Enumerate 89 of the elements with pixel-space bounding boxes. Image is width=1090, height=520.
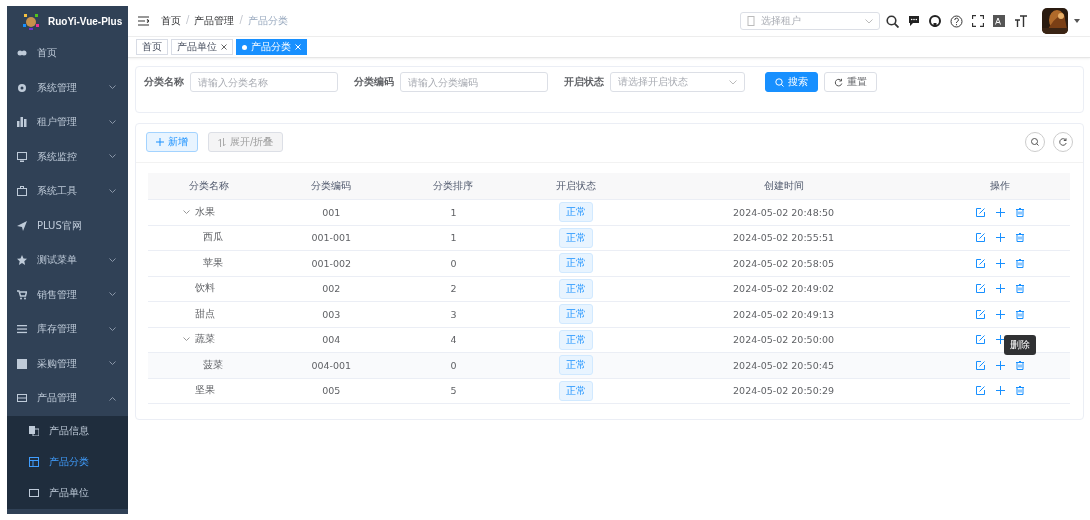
table-cell: 005 xyxy=(270,378,393,404)
table-cell: 0 xyxy=(392,352,515,378)
table-cell: 1 xyxy=(392,225,515,251)
table-cell: 001 xyxy=(270,199,393,225)
status-tag: 正常 xyxy=(558,202,593,223)
app-title: RuoYi-Vue-Plus xyxy=(48,15,123,27)
table-cell: 坚果 xyxy=(148,378,271,404)
table-cell: 西瓜 xyxy=(148,225,271,251)
status-tag: 正常 xyxy=(558,253,593,274)
table-cell: 水果 xyxy=(148,199,271,225)
submenu-item[interactable]: 产品单位 xyxy=(7,477,128,509)
menu-label: 系统监控 xyxy=(37,149,78,164)
table-cell: 003 xyxy=(270,301,393,327)
breadcrumb-item[interactable]: 产品管理 xyxy=(194,14,235,28)
table-cell: 2024-05-02 20:49:02 xyxy=(636,276,931,302)
table-cell: 2024-05-02 20:50:00 xyxy=(636,327,931,353)
table-cell: 2024-05-02 20:55:51 xyxy=(636,225,931,251)
menu-item[interactable]: 系统管理 xyxy=(7,70,128,105)
column-header: 操作 xyxy=(930,173,1070,200)
submenu-label: 产品单位 xyxy=(49,486,89,500)
input-field[interactable]: 请输入分类编码 xyxy=(400,72,548,92)
menu-item[interactable]: 销售管理 xyxy=(7,277,128,312)
menu-label: 租户管理 xyxy=(37,115,78,130)
column-header: 分类编码 xyxy=(270,173,393,200)
submenu-item[interactable]: 产品信息 xyxy=(7,415,128,447)
menu-label: 采购管理 xyxy=(37,356,78,371)
page-tab[interactable]: 首页 xyxy=(136,39,168,55)
table-cell: 0 xyxy=(392,250,515,276)
menu-item[interactable]: 采购管理 xyxy=(7,346,128,381)
table-cell: 004-001 xyxy=(270,352,393,378)
table-cell: 1 xyxy=(392,199,515,225)
table-cell: 饮料 xyxy=(148,276,271,302)
menu-label: 测试菜单 xyxy=(37,253,78,268)
menu-item[interactable]: 首页 xyxy=(7,36,128,71)
table-cell: 蔬菜 xyxy=(148,327,271,353)
field-label: 分类名称 xyxy=(144,75,184,89)
submenu-label: 产品信息 xyxy=(49,424,89,438)
menu-label: 系统管理 xyxy=(37,80,78,95)
status-tag: 正常 xyxy=(558,380,593,401)
table-cell: 002 xyxy=(270,276,393,302)
breadcrumb-separator: / xyxy=(239,14,243,27)
menu-item[interactable]: 库存管理 xyxy=(7,312,128,347)
column-header: 创建时间 xyxy=(636,173,931,200)
menu-label: 库存管理 xyxy=(37,322,78,337)
menu-label: 销售管理 xyxy=(37,287,78,302)
table-cell: 5 xyxy=(392,378,515,404)
page-tab[interactable]: 产品单位 xyxy=(171,39,233,55)
tooltip: 删除 xyxy=(1004,334,1037,355)
menu-item[interactable]: 系统工具 xyxy=(7,174,128,209)
breadcrumb-item: 产品分类 xyxy=(247,14,288,28)
field-label: 分类编码 xyxy=(354,75,394,89)
table-cell: 3 xyxy=(392,301,515,327)
status-tag: 正常 xyxy=(558,329,593,350)
menu-item[interactable]: 系统监控 xyxy=(7,139,128,174)
reset-button[interactable]: 重置 xyxy=(824,72,877,92)
status-tag: 正常 xyxy=(558,355,593,376)
column-header: 开启状态 xyxy=(514,173,637,200)
table-cell: 苹果 xyxy=(148,250,271,276)
menu-label: 首页 xyxy=(37,46,58,61)
menu-label: PLUS官网 xyxy=(37,218,83,233)
status-tag: 正常 xyxy=(558,304,593,325)
table-cell: 001-001 xyxy=(270,225,393,251)
table-cell: 2024-05-02 20:48:50 xyxy=(636,199,931,225)
table-cell: 2024-05-02 20:58:05 xyxy=(636,250,931,276)
table-cell: 菠菜 xyxy=(148,352,271,378)
breadcrumb-item[interactable]: 首页 xyxy=(161,14,181,28)
menu-item[interactable]: 测试菜单 xyxy=(7,243,128,278)
submenu-item[interactable]: 产品分类 xyxy=(7,446,128,478)
table-cell: 2024-05-02 20:49:13 xyxy=(636,301,931,327)
field-label: 开启状态 xyxy=(564,75,604,89)
menu-item[interactable]: PLUS官网 xyxy=(7,208,128,243)
column-header: 分类排序 xyxy=(392,173,515,200)
table-cell: 2024-05-02 20:50:29 xyxy=(636,378,931,404)
status-tag: 正常 xyxy=(558,227,593,248)
table-cell: 4 xyxy=(392,327,515,353)
menu-label: 产品管理 xyxy=(37,391,78,406)
table-cell: 001-002 xyxy=(270,250,393,276)
input-field[interactable]: 请输入分类名称 xyxy=(190,72,338,92)
table-cell: 2 xyxy=(392,276,515,302)
menu-item[interactable]: 产品管理 xyxy=(7,381,128,416)
menu-item[interactable]: 租户管理 xyxy=(7,105,128,140)
table-cell: 甜点 xyxy=(148,301,271,327)
menu-label: 系统工具 xyxy=(37,184,78,199)
breadcrumb-separator: / xyxy=(186,14,190,27)
table-cell: 2024-05-02 20:50:45 xyxy=(636,352,931,378)
submenu-label: 产品分类 xyxy=(49,455,89,469)
table-cell: 004 xyxy=(270,327,393,353)
status-tag: 正常 xyxy=(558,278,593,299)
column-header: 分类名称 xyxy=(148,173,271,200)
